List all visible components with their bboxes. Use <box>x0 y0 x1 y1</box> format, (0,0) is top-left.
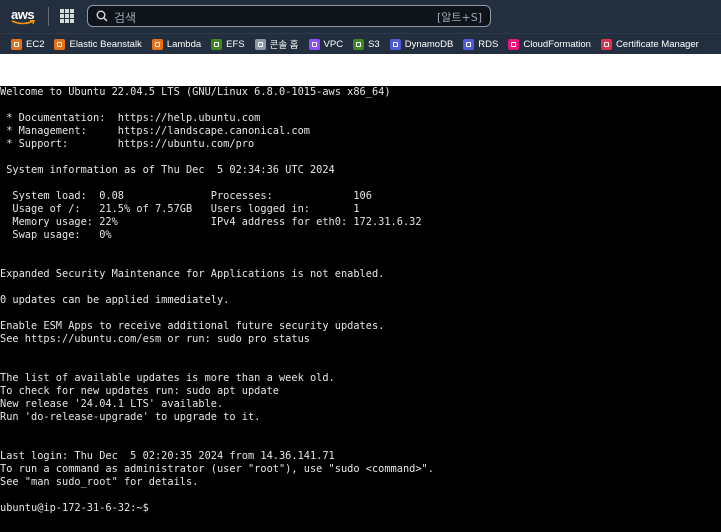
favorite-certificate-manager[interactable]: Certificate Manager <box>600 34 699 55</box>
terminal-line: 0 updates can be applied immediately. <box>0 294 230 306</box>
terminal-line: System information as of Thu Dec 5 02:34… <box>0 164 335 176</box>
favorite-dynamodb[interactable]: DynamoDB <box>389 34 454 55</box>
terminal-line: The list of available updates is more th… <box>0 372 335 384</box>
rds-icon <box>463 38 475 50</box>
vpc-icon <box>308 38 320 50</box>
terminal-line: See https://ubuntu.com/esm or run: sudo … <box>0 333 310 345</box>
lambda-icon <box>151 38 163 50</box>
terminal-line: System load: 0.08 Processes: 106 <box>0 190 372 202</box>
efs-icon <box>211 38 223 50</box>
terminal-line: To run a command as administrator (user … <box>0 463 434 475</box>
favorite-rds[interactable]: RDS <box>463 34 498 55</box>
favorite-label: VPC <box>323 38 344 50</box>
terminal-line: Run 'do-release-upgrade' to upgrade to i… <box>0 411 261 423</box>
cloudformation-icon <box>508 38 520 50</box>
favorite-콘솔-홈[interactable]: 콘솔 홈 <box>254 34 299 55</box>
console-home-icon <box>254 38 266 50</box>
s3-icon <box>353 38 365 50</box>
favorite-label: RDS <box>478 38 499 50</box>
favorite-efs[interactable]: EFS <box>211 34 245 55</box>
favorite-s3[interactable]: S3 <box>353 34 380 55</box>
terminal-line: * Support: https://ubuntu.com/pro <box>0 138 255 150</box>
favorite-label: CloudFormation <box>523 38 591 50</box>
favorite-lambda[interactable]: Lambda <box>151 34 202 55</box>
beanstalk-icon <box>54 38 66 50</box>
terminal-line: Expanded Security Maintenance for Applic… <box>0 268 385 280</box>
terminal-line: Memory usage: 22% IPv4 address for eth0:… <box>0 216 422 228</box>
favorite-ec2[interactable]: EC2 <box>11 34 44 55</box>
ec2-icon <box>11 38 22 50</box>
favorite-label: Elastic Beanstalk <box>69 38 142 50</box>
content-header-area <box>0 54 721 86</box>
favorite-elastic-beanstalk[interactable]: Elastic Beanstalk <box>54 34 142 55</box>
terminal-line: Last login: Thu Dec 5 02:20:35 2024 from… <box>0 450 335 462</box>
terminal-session[interactable]: Welcome to Ubuntu 22.04.5 LTS (GNU/Linux… <box>0 86 721 532</box>
favorites-bar: EC2 Elastic Beanstalk Lambda EFS 콘솔 홈 VPC S3 Dy… <box>0 33 721 54</box>
search-input[interactable]: 검색 [알트+S] <box>87 5 491 27</box>
services-menu-icon[interactable] <box>60 9 74 23</box>
aws-smile-icon <box>11 20 35 25</box>
dynamodb-icon <box>389 38 401 50</box>
terminal-line: Swap usage: 0% <box>0 229 112 241</box>
favorite-cloudformation[interactable]: CloudFormation <box>508 34 591 55</box>
favorite-label: S3 <box>368 38 380 50</box>
favorite-label: DynamoDB <box>404 38 454 50</box>
favorite-vpc[interactable]: VPC <box>308 34 344 55</box>
terminal-line: Usage of /: 21.5% of 7.57GB Users logged… <box>0 203 360 215</box>
terminal-line: New release '24.04.1 LTS' available. <box>0 398 224 410</box>
favorite-label: 콘솔 홈 <box>269 40 299 51</box>
terminal-line: See "man sudo_root" for details. <box>0 476 199 488</box>
terminal-line: ubuntu@ip-172-31-6-32:~$ <box>0 502 149 514</box>
terminal-line: To check for new updates run: sudo apt u… <box>0 385 279 397</box>
search-icon <box>96 10 108 22</box>
favorite-label: EFS <box>226 38 245 50</box>
aws-logo[interactable]: aws <box>10 5 36 27</box>
search-placeholder: 검색 <box>114 11 137 25</box>
search-shortcut: [알트+S] <box>436 11 482 24</box>
aws-top-navigation: aws 검색 [알트+S] <box>0 0 721 33</box>
terminal-line: * Documentation: https://help.ubuntu.com <box>0 112 261 124</box>
certificate-manager-icon <box>600 38 612 50</box>
divider <box>48 7 49 26</box>
favorite-label: EC2 <box>26 38 45 50</box>
terminal-line: Welcome to Ubuntu 22.04.5 LTS (GNU/Linux… <box>0 86 391 98</box>
favorite-label: Certificate Manager <box>615 38 699 50</box>
favorite-label: Lambda <box>166 38 202 50</box>
terminal-line: Enable ESM Apps to receive additional fu… <box>0 320 385 332</box>
terminal-line: * Management: https://landscape.canonica… <box>0 125 310 137</box>
